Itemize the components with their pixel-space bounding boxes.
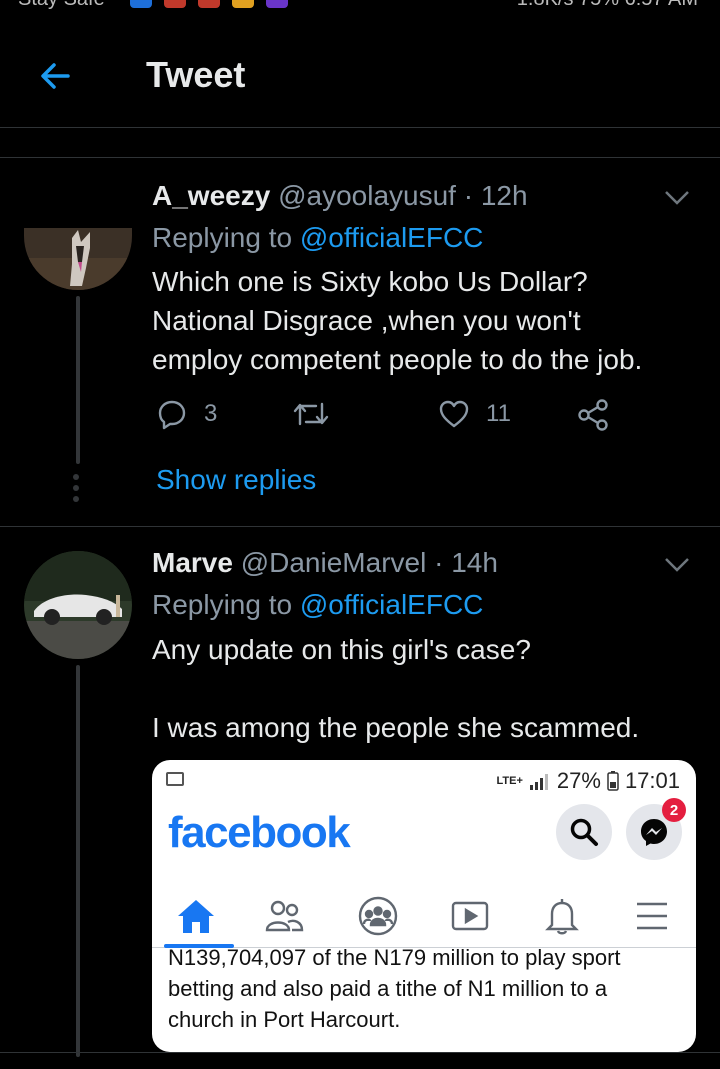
search-icon: [556, 804, 612, 860]
article-line: betting and also paid a tithe of N1 mill…: [168, 976, 608, 1001]
share-button[interactable]: [576, 398, 610, 432]
thread-more-dots: [73, 474, 79, 502]
tweet-actions: 3 11: [152, 398, 622, 438]
tweet-text-line: National Disgrace ,when you won't: [152, 305, 581, 336]
notification-badge: 2: [662, 798, 686, 822]
facebook-nav-bar: [152, 888, 696, 948]
menu-icon: [630, 894, 674, 938]
replying-to-line: Replying to @officialEFCC: [152, 589, 483, 621]
tweet-text-line: [152, 669, 700, 708]
notification-icon: [232, 0, 254, 8]
tweet-text: Any update on this girl's case? I was am…: [152, 630, 700, 747]
tweet-text-line: Which one is Sixty kobo Us Dollar?: [152, 266, 588, 297]
watch-icon: [448, 894, 492, 938]
article-excerpt: N139,704,097 of the N179 million to play…: [168, 942, 688, 1035]
display-name[interactable]: A_weezy: [152, 180, 270, 211]
status-bar: Stay Safe 1.8K/s 75% 6:57 AM: [0, 0, 720, 10]
user-handle[interactable]: @ayoolayusuf: [278, 180, 456, 211]
bell-icon: [540, 894, 584, 938]
friends-icon: [262, 894, 306, 938]
separator-dot: ·: [463, 180, 474, 211]
battery-icon: [607, 771, 619, 791]
status-notification-icons: [130, 0, 288, 8]
tweet-media-image[interactable]: LTE+ 27% 17:01 facebook 2 N139,704,097 o…: [152, 760, 696, 1052]
timestamp: 14h: [451, 547, 498, 578]
avatar[interactable]: [24, 551, 132, 659]
reply-button[interactable]: 3: [156, 398, 217, 430]
tweet-reply[interactable]: A_weezy @ayoolayusuf · 12h Replying to @…: [0, 158, 720, 526]
avatar[interactable]: [24, 228, 132, 290]
signal-label: LTE+: [496, 775, 523, 787]
signal-icon: [529, 774, 548, 790]
caret-down-icon[interactable]: [664, 557, 690, 573]
retweet-icon: [293, 402, 329, 426]
user-handle[interactable]: @DanieMarvel: [241, 547, 427, 578]
status-right-text: 1.8K/s 75% 6:57 AM: [517, 0, 698, 10]
media-status-right: LTE+ 27% 17:01: [497, 768, 681, 794]
thread-line: [76, 665, 80, 1057]
share-icon: [578, 399, 608, 431]
notification-icon: [130, 0, 152, 8]
separator-dot: ·: [434, 547, 444, 578]
tweet-text-line: Any update on this girl's case?: [152, 634, 531, 665]
article-line: N139,704,097 of the N179 million to play…: [168, 945, 621, 970]
thread-gap: [0, 128, 720, 158]
tweet-text-line: employ competent people to do the job.: [152, 344, 643, 375]
media-clock: 17:01: [624, 768, 680, 793]
top-app-bar: Tweet: [0, 40, 720, 128]
show-replies-link[interactable]: Show replies: [156, 464, 316, 496]
back-arrow-icon[interactable]: [36, 56, 76, 96]
thread-line: [76, 296, 80, 464]
replying-to-line: Replying to @officialEFCC: [152, 222, 483, 254]
media-status-bar: LTE+ 27% 17:01: [152, 768, 696, 796]
tweet-header: Marve @DanieMarvel · 14h: [152, 547, 498, 579]
battery-percent: 27%: [556, 768, 601, 793]
notification-icon: [266, 0, 288, 8]
reply-count: 3: [204, 400, 218, 427]
home-icon: [174, 894, 218, 938]
like-count: 11: [486, 400, 511, 427]
article-line: church in Port Harcourt.: [168, 1007, 401, 1032]
reply-icon: [158, 400, 186, 430]
notification-icon: [198, 0, 220, 8]
tweet-text: Which one is Sixty kobo Us Dollar? Natio…: [152, 262, 700, 379]
display-name[interactable]: Marve: [152, 547, 233, 578]
replying-prefix: Replying to: [152, 589, 293, 620]
image-icon: [166, 772, 184, 786]
retweet-button[interactable]: [292, 398, 330, 430]
caret-down-icon[interactable]: [664, 190, 690, 206]
mention-link[interactable]: @officialEFCC: [300, 589, 484, 620]
like-button[interactable]: 11: [438, 398, 511, 430]
status-carrier-text: Stay Safe: [18, 0, 105, 10]
timestamp: 12h: [480, 180, 528, 211]
like-icon: [439, 400, 469, 428]
mention-link[interactable]: @officialEFCC: [300, 222, 484, 253]
page-title: Tweet: [146, 54, 246, 95]
divider: [0, 1052, 720, 1053]
facebook-logo: facebook: [168, 808, 351, 857]
replying-prefix: Replying to: [152, 222, 293, 253]
notification-icon: [164, 0, 186, 8]
tweet-text-line: I was among the people she scammed.: [152, 712, 640, 743]
messenger-icon: 2: [626, 798, 686, 860]
tweet-header: A_weezy @ayoolayusuf · 12h: [152, 180, 528, 212]
groups-icon: [356, 894, 400, 938]
